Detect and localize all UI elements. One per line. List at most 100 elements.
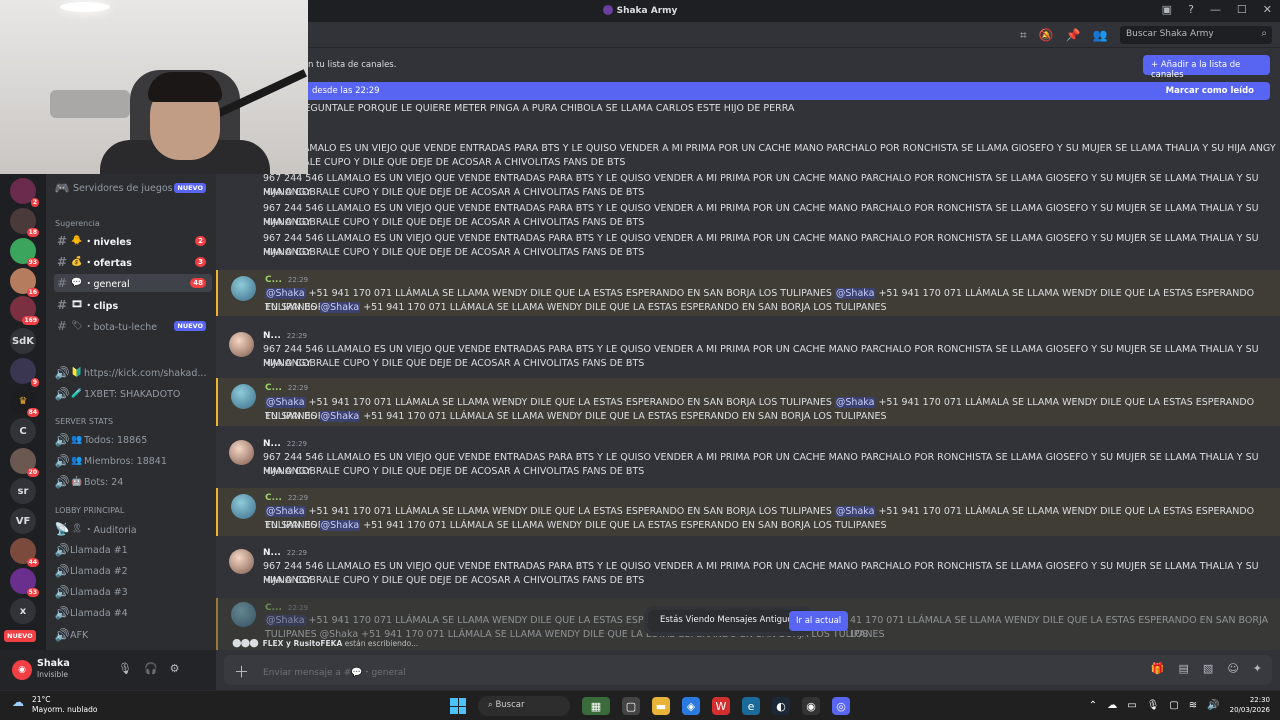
server-icon[interactable]: 9	[10, 358, 39, 387]
avatar[interactable]	[229, 440, 254, 465]
start-button[interactable]	[450, 698, 466, 714]
maximize-button[interactable]: ☐	[1237, 3, 1247, 16]
message[interactable]: N... 22:29 967 244 546 LLAMALO ES UN VIEJ…	[216, 543, 1280, 589]
author-name[interactable]: N... 22:29	[263, 330, 307, 344]
server-icon[interactable]: 16	[10, 268, 39, 297]
weather-widget[interactable]: ☁ 21°C Mayorm. nublado	[12, 695, 97, 715]
channel-servidores[interactable]: 🎮 Servidores de juegos NUEVO	[54, 179, 212, 197]
channel-kick-link[interactable]: 🔊 🔰 https://kick.com/shakad...	[54, 364, 212, 382]
help-icon[interactable]: ?	[1188, 3, 1194, 16]
voice-llamada-3[interactable]: 🔊 Llamada #3	[54, 583, 212, 601]
server-icon[interactable]: 169	[10, 296, 39, 325]
channel-miembros[interactable]: 🔊 👥 Miembros: 18841	[54, 452, 212, 470]
new-messages-bar[interactable]: desde las 22:29 Marcar como leído	[308, 82, 1270, 100]
members-icon[interactable]: 👥	[1093, 28, 1108, 43]
server-icon[interactable]: ♛ 84	[10, 388, 39, 417]
edge-icon[interactable]: e	[742, 697, 760, 715]
file-explorer-icon[interactable]: ▬	[652, 697, 670, 715]
channel-ofertas[interactable]: # 💰 ・ofertas 3	[54, 253, 212, 271]
volume-icon[interactable]: 🔊	[1207, 700, 1219, 711]
avatar[interactable]	[231, 384, 256, 409]
author-name[interactable]: C... 22:29	[265, 274, 308, 288]
server-sr[interactable]: sr	[10, 478, 36, 504]
message[interactable]: N... 22:29 967 244 546 LLAMALO ES UN VIEJ…	[216, 434, 1280, 480]
category-sugerencia[interactable]: Sugerencia	[55, 219, 100, 228]
avatar[interactable]	[231, 494, 256, 519]
server-icon[interactable]: 2	[10, 178, 39, 207]
gif-icon[interactable]: ▤	[1179, 662, 1189, 675]
server-x[interactable]: x	[10, 598, 36, 624]
avatar[interactable]	[231, 602, 256, 627]
server-icon[interactable]: 20	[10, 448, 39, 477]
server-icon[interactable]: 53	[10, 568, 39, 597]
network-icon[interactable]: ▭	[1127, 700, 1136, 711]
app-icon[interactable]: W	[712, 697, 730, 715]
clock[interactable]: 22:30 20/03/2026	[1230, 695, 1270, 715]
gift-icon[interactable]: 🎁	[1151, 662, 1165, 675]
voice-llamada-1[interactable]: 🔊 Llamada #1	[54, 541, 212, 559]
message[interactable]: 967 244 546 LLAMALO ES UN VIEJO QUE VEND…	[216, 172, 1280, 200]
server-icon[interactable]: 18	[10, 208, 39, 237]
mic-icon[interactable]: 🎙	[1147, 700, 1160, 711]
emoji-icon[interactable]: ☺	[1227, 662, 1238, 675]
threads-icon[interactable]: ⌗	[1020, 28, 1027, 43]
taskbar-search[interactable]: ⌕ Buscar	[478, 696, 570, 716]
steam-icon[interactable]: ◐	[772, 697, 790, 715]
discord-icon[interactable]: ◎	[832, 697, 850, 715]
message-input[interactable]: ＋ Enviar mensaje a #💬・general 🎁 ▤ ▧ ☺ ✦	[224, 655, 1272, 685]
category-server-stats[interactable]: SERVER STATS	[55, 417, 113, 426]
inbox-icon[interactable]: ▣	[1162, 3, 1172, 16]
server-sdk[interactable]: SdK	[10, 328, 36, 354]
microphone-icon[interactable]: 🎙	[118, 662, 132, 675]
avatar[interactable]	[229, 332, 254, 357]
channel-1xbet[interactable]: 🔊 🧪 1XBET: SHAKADOTO	[54, 385, 212, 403]
voice-llamada-2[interactable]: 🔊 Llamada #2	[54, 562, 212, 580]
message[interactable]: 967 244 546 LLAMALO ES UN VIEJO QUE VEND…	[216, 202, 1280, 230]
search-input[interactable]: Buscar Shaka Army ⌕	[1120, 26, 1272, 44]
copilot-icon[interactable]: ◈	[682, 697, 700, 715]
message[interactable]: 967 244 546 LLAMALO ES UN VIEJO QUE VEND…	[216, 232, 1280, 260]
add-to-channel-list-button[interactable]: + Añadir a la lista de canales	[1143, 55, 1270, 80]
message-highlighted[interactable]: C... 22:29 @Shaka +51 941 170 071 LLÁMALA…	[216, 270, 1280, 316]
channel-clips[interactable]: # 🎞 ・clips	[54, 296, 212, 314]
message[interactable]: 2 PREGUNTALE PORQUE LE QUIERE METER PING…	[216, 102, 1280, 116]
channel-general[interactable]: # 💬 ・general 48	[54, 274, 212, 292]
app-icon[interactable]: ▦	[582, 697, 610, 715]
author-name[interactable]: C... 22:29	[265, 492, 308, 506]
wifi-icon[interactable]: ≋	[1189, 700, 1197, 711]
server-icon[interactable]: 93	[10, 238, 39, 267]
jump-to-present-button[interactable]: Ir al actual	[789, 611, 849, 631]
message[interactable]: N... 22:29 967 244 546 LLAMALO ES UN VIEJ…	[216, 326, 1280, 372]
user-avatar[interactable]: ◉	[12, 660, 32, 680]
mention[interactable]: @Shaka	[265, 288, 306, 299]
voice-afk[interactable]: 🔊 AFK	[54, 626, 212, 644]
channel-auditoria[interactable]: 📡 🎗 ・Auditoria	[54, 520, 212, 538]
author-name[interactable]: N... 22:29	[263, 547, 307, 561]
sticker-icon[interactable]: ▧	[1203, 662, 1213, 675]
channel-bota-tu-leche[interactable]: # 🏷 ・bota-tu-leche NUEVO	[54, 317, 212, 335]
app-icon[interactable]: ◉	[802, 697, 820, 715]
minimize-button[interactable]: —	[1210, 3, 1221, 16]
cloud-icon[interactable]: ☁	[1107, 700, 1117, 711]
channel-todos[interactable]: 🔊 👥 Todos: 18865	[54, 431, 212, 449]
username[interactable]: Shaka	[37, 658, 70, 669]
avatar[interactable]	[229, 549, 254, 574]
chevron-up-icon[interactable]: ⌃	[1089, 700, 1097, 711]
message[interactable]: 6 LLAMALO ES UN VIEJO QUE VENDE ENTRADAS…	[216, 142, 1280, 170]
message-highlighted[interactable]: C... 22:29 @Shaka +51 941 170 071 LLÁMALA…	[216, 488, 1280, 536]
message-highlighted[interactable]: C... 22:29 @Shaka +51 941 170 071 LLÁMALA…	[216, 378, 1280, 426]
author-name[interactable]: N... 22:29	[263, 438, 307, 452]
close-button[interactable]: ✕	[1263, 3, 1272, 16]
mark-read-button[interactable]: Marcar como leído	[1166, 86, 1254, 96]
task-view-icon[interactable]: ▢	[622, 697, 640, 715]
author-name[interactable]: C... 22:29	[265, 382, 308, 396]
pin-icon[interactable]: 📌	[1066, 28, 1081, 43]
voice-llamada-4[interactable]: 🔊 Llamada #4	[54, 604, 212, 622]
headphones-icon[interactable]: 🎧	[144, 662, 158, 675]
add-attachment-button[interactable]: ＋	[234, 661, 249, 682]
settings-icon[interactable]: ⚙	[170, 662, 180, 675]
channel-niveles[interactable]: # 🐥 ・niveles 2	[54, 232, 212, 250]
server-c[interactable]: C	[10, 418, 36, 444]
avatar[interactable]	[231, 276, 256, 301]
channel-bots[interactable]: 🔊 🤖 Bots: 24	[54, 473, 212, 491]
